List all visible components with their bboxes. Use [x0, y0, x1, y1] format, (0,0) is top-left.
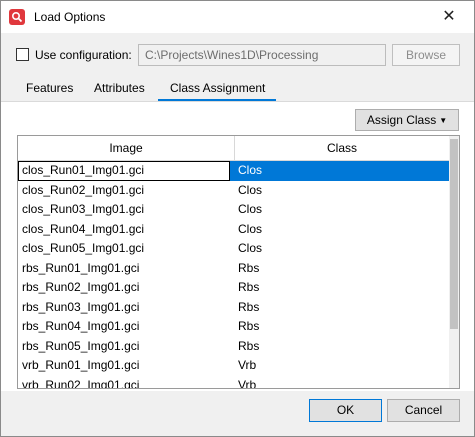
class-cell[interactable]: Rbs	[238, 278, 259, 298]
table-body: clos_Run01_Img01.gci Clos clos_Run02_Img01…	[18, 161, 449, 389]
assign-class-label: Assign Class	[366, 113, 437, 127]
image-cell[interactable]: vrb_Run01_Img01.gci	[22, 356, 139, 376]
search-icon	[9, 9, 25, 25]
table-row[interactable]: rbs_Run03_Img01.gci Rbs	[18, 298, 449, 318]
chevron-down-icon: ▼	[439, 116, 448, 125]
table-row[interactable]: clos_Run03_Img01.gci Clos	[18, 200, 449, 220]
class-assignment-table: Image Class clos_Run01_Img01.gci Clos clos…	[17, 135, 460, 389]
window-title: Load Options	[34, 10, 106, 24]
image-cell[interactable]: clos_Run01_Img01.gci	[18, 161, 230, 181]
tab-attributes[interactable]: Attributes	[94, 81, 145, 99]
table-row[interactable]: rbs_Run01_Img01.gci Rbs	[18, 259, 449, 279]
class-cell[interactable]: Rbs	[238, 259, 259, 279]
table-row[interactable]: rbs_Run05_Img01.gci Rbs	[18, 337, 449, 357]
title-bar: Load Options ✕	[1, 1, 474, 33]
table-row[interactable]: vrb_Run01_Img01.gci Vrb	[18, 356, 449, 376]
close-icon[interactable]: ✕	[431, 5, 467, 29]
tab-features[interactable]: Features	[26, 81, 73, 99]
class-cell[interactable]: Clos	[238, 181, 262, 201]
image-cell[interactable]: clos_Run05_Img01.gci	[22, 239, 144, 259]
image-cell[interactable]: rbs_Run05_Img01.gci	[22, 337, 139, 357]
column-header-class[interactable]: Class	[235, 136, 449, 160]
use-configuration-checkbox[interactable]	[16, 48, 29, 61]
configuration-path-field: C:\Projects\Wines1D\Processing	[138, 44, 386, 66]
column-header-image[interactable]: Image	[18, 136, 235, 160]
image-cell[interactable]: rbs_Run03_Img01.gci	[22, 298, 139, 318]
ok-button[interactable]: OK	[309, 399, 382, 422]
image-cell[interactable]: clos_Run04_Img01.gci	[22, 220, 144, 240]
scrollbar-thumb[interactable]	[450, 139, 458, 329]
table-row[interactable]: clos_Run05_Img01.gci Clos	[18, 239, 449, 259]
table-row[interactable]: rbs_Run04_Img01.gci Rbs	[18, 317, 449, 337]
table-row[interactable]: vrb_Run02_Img01.gci Vrb	[18, 376, 449, 389]
table-row[interactable]: clos_Run01_Img01.gci Clos	[18, 161, 449, 181]
class-cell[interactable]: Rbs	[238, 317, 259, 337]
table-row[interactable]: rbs_Run02_Img01.gci Rbs	[18, 278, 449, 298]
cancel-button[interactable]: Cancel	[387, 399, 460, 422]
image-cell[interactable]: clos_Run02_Img01.gci	[22, 181, 144, 201]
load-options-dialog: Load Options ✕ Use configuration: C:\Pro…	[0, 0, 475, 437]
class-cell[interactable]: Clos	[238, 220, 262, 240]
browse-button: Browse	[392, 44, 460, 66]
image-cell[interactable]: rbs_Run02_Img01.gci	[22, 278, 139, 298]
table-row[interactable]: clos_Run04_Img01.gci Clos	[18, 220, 449, 240]
class-cell[interactable]: Clos	[238, 200, 262, 220]
class-cell[interactable]: Vrb	[238, 376, 256, 389]
class-cell[interactable]: Vrb	[238, 356, 256, 376]
vertical-scrollbar[interactable]	[449, 136, 459, 388]
class-cell[interactable]: Rbs	[238, 298, 259, 318]
table-header: Image Class	[18, 136, 449, 161]
table-row[interactable]: clos_Run02_Img01.gci Clos	[18, 181, 449, 201]
class-cell[interactable]: Clos	[238, 161, 262, 181]
image-cell[interactable]: clos_Run03_Img01.gci	[22, 200, 144, 220]
use-configuration-label[interactable]: Use configuration:	[35, 48, 132, 62]
class-cell[interactable]: Rbs	[238, 337, 259, 357]
assign-class-button[interactable]: Assign Class ▼	[355, 109, 459, 131]
image-cell[interactable]: rbs_Run04_Img01.gci	[22, 317, 139, 337]
tab-class-assignment[interactable]: Class Assignment	[170, 81, 265, 99]
image-cell[interactable]: rbs_Run01_Img01.gci	[22, 259, 139, 279]
image-cell[interactable]: vrb_Run02_Img01.gci	[22, 376, 139, 389]
class-cell[interactable]: Clos	[238, 239, 262, 259]
